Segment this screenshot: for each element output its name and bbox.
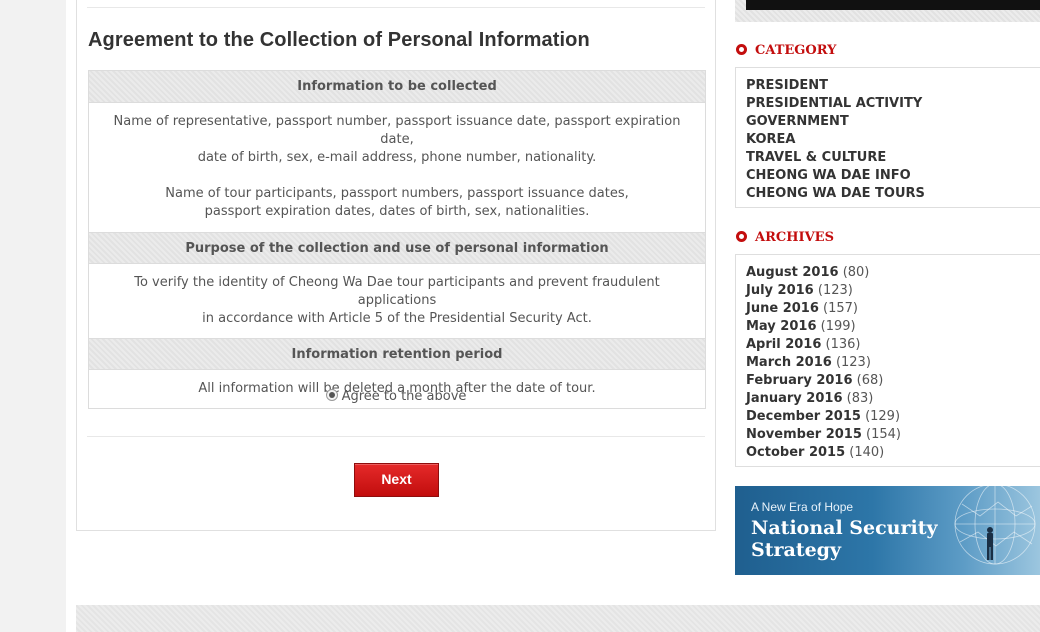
top-banner-image [746, 0, 1040, 10]
archive-count: (129) [865, 409, 901, 424]
archive-count: (68) [856, 373, 884, 388]
archive-item[interactable]: January 2016 (83) [746, 390, 1040, 408]
divider [87, 7, 705, 8]
archive-month[interactable]: March 2016 [746, 355, 832, 370]
archive-count: (199) [820, 319, 856, 334]
archive-count: (154) [866, 427, 901, 442]
agree-label[interactable]: Agree to the above [342, 389, 467, 404]
next-button[interactable]: Next [354, 463, 439, 497]
page-title: Agreement to the Collection of Personal … [88, 29, 590, 51]
info-table: Information to be collected Name of repr… [88, 70, 706, 409]
category-title: CATEGORY [755, 43, 837, 58]
globe-figure-icon [954, 486, 1036, 565]
left-margin [0, 0, 66, 632]
banner-title: National Security Strategy [751, 517, 938, 561]
archive-item[interactable]: April 2016 (136) [746, 336, 1040, 354]
category-link-korea[interactable]: KOREA [746, 131, 1040, 149]
archive-count: (136) [825, 337, 861, 352]
archive-month[interactable]: April 2016 [746, 337, 821, 352]
table-header-retention: Information retention period [89, 338, 705, 370]
table-body-purpose: To verify the identity of Cheong Wa Dae … [89, 264, 705, 338]
archive-month[interactable]: July 2016 [746, 283, 814, 298]
agree-option[interactable]: Agree to the above [77, 389, 715, 404]
category-link-government[interactable]: GOVERNMENT [746, 113, 1040, 131]
archives-list: August 2016 (80) July 2016 (123) June 20… [735, 254, 1040, 467]
purpose-text: To verify the identity of Cheong Wa Dae … [134, 275, 660, 308]
category-link-president[interactable]: PRESIDENT [746, 77, 1040, 95]
archives-heading: ARCHIVES [736, 230, 834, 245]
banner-subtitle: A New Era of Hope [751, 500, 854, 514]
archive-count: (123) [817, 283, 853, 298]
archive-item[interactable]: July 2016 (123) [746, 282, 1040, 300]
radio-selected-icon[interactable] [325, 389, 338, 401]
collected-text: Name of representative, passport number,… [113, 114, 681, 147]
archive-count: (80) [842, 265, 870, 280]
sidebar-top-banner [735, 0, 1040, 22]
collected-text: Name of tour participants, passport numb… [165, 186, 629, 201]
archive-month[interactable]: January 2016 [746, 391, 842, 406]
national-security-banner[interactable]: A New Era of Hope National Security Stra… [735, 486, 1040, 575]
collected-text: passport expiration dates, dates of birt… [204, 204, 590, 219]
archive-month[interactable]: October 2015 [746, 445, 845, 460]
category-link-cheong-wa-dae-info[interactable]: CHEONG WA DAE INFO [746, 167, 1040, 185]
archives-title: ARCHIVES [755, 230, 834, 245]
category-link-presidential-activity[interactable]: PRESIDENTIAL ACTIVITY [746, 95, 1040, 113]
archive-item[interactable]: May 2016 (199) [746, 318, 1040, 336]
table-body-collected: Name of representative, passport number,… [89, 103, 705, 232]
category-heading: CATEGORY [736, 43, 836, 58]
archive-count: (140) [849, 445, 885, 460]
archive-month[interactable]: August 2016 [746, 265, 839, 280]
purpose-text: in accordance with Article 5 of the Pres… [202, 311, 592, 326]
collected-text: date of birth, sex, e-mail address, phon… [197, 150, 597, 165]
category-link-travel-culture[interactable]: TRAVEL & CULTURE [746, 149, 1040, 167]
archive-month[interactable]: November 2015 [746, 427, 862, 442]
archive-month[interactable]: February 2016 [746, 373, 853, 388]
archive-item[interactable]: June 2016 (157) [746, 300, 1040, 318]
archive-month[interactable]: December 2015 [746, 409, 861, 424]
archive-item[interactable]: August 2016 (80) [746, 264, 1040, 282]
archive-count: (157) [823, 301, 858, 316]
archive-month[interactable]: June 2016 [746, 301, 819, 316]
banner-title-line: National Security [751, 517, 938, 539]
archive-count: (123) [835, 355, 871, 370]
red-ring-bullet-icon [736, 231, 747, 242]
archive-item[interactable]: November 2015 (154) [746, 426, 1040, 444]
agreement-panel: Agreement to the Collection of Personal … [76, 0, 716, 531]
archive-count: (83) [846, 391, 874, 406]
archive-month[interactable]: May 2016 [746, 319, 817, 334]
archive-item[interactable]: February 2016 (68) [746, 372, 1040, 390]
archive-item[interactable]: October 2015 (140) [746, 444, 1040, 462]
archive-item[interactable]: December 2015 (129) [746, 408, 1040, 426]
archive-item[interactable]: March 2016 (123) [746, 354, 1040, 372]
red-ring-bullet-icon [736, 44, 747, 55]
banner-title-line: Strategy [751, 539, 842, 561]
table-header-purpose: Purpose of the collection and use of per… [89, 232, 705, 264]
category-list: PRESIDENT PRESIDENTIAL ACTIVITY GOVERNME… [735, 67, 1040, 208]
footer-band [76, 605, 1040, 632]
table-header-collected: Information to be collected [89, 71, 705, 103]
divider [87, 436, 705, 437]
category-link-cheong-wa-dae-tours[interactable]: CHEONG WA DAE TOURS [746, 185, 1040, 203]
